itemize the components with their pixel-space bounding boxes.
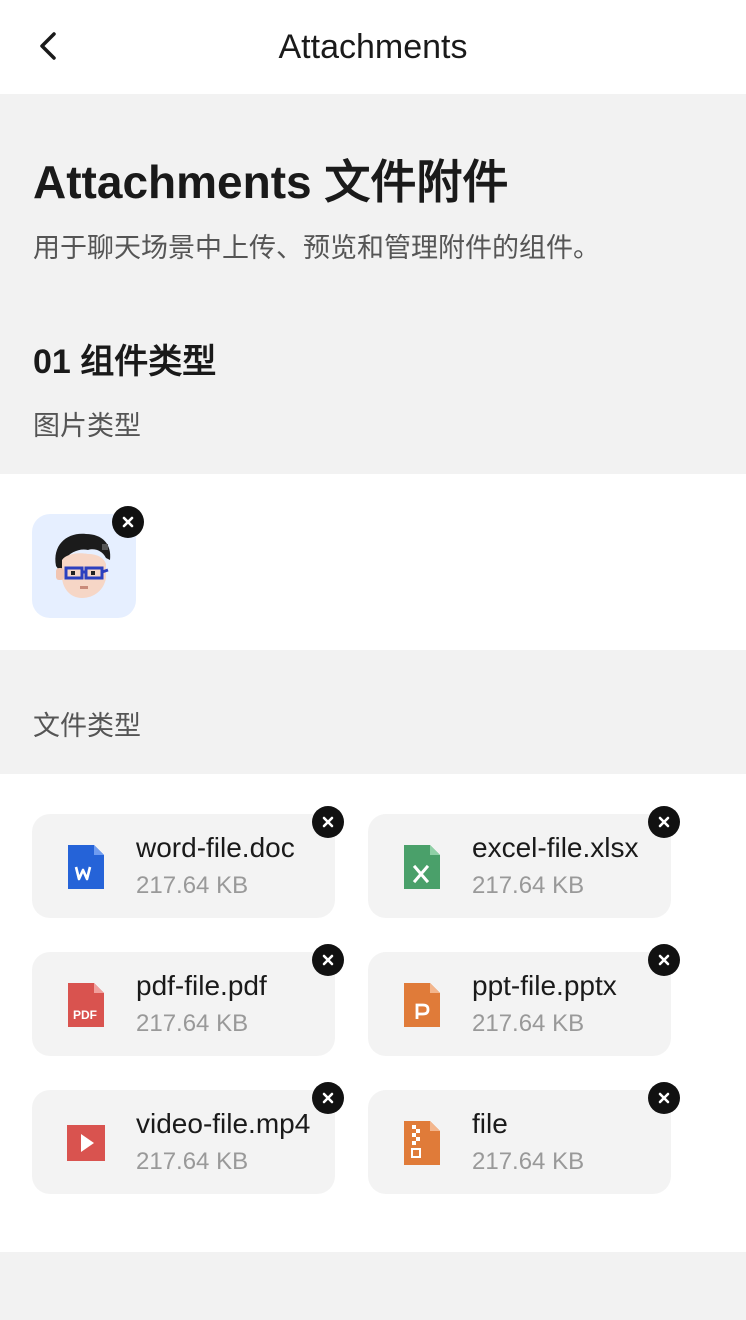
file-card-word[interactable]: word-file.doc 217.64 KB [32,806,344,918]
file-card-video[interactable]: video-file.mp4 217.64 KB [32,1082,344,1194]
excel-icon [404,845,440,889]
close-icon [322,816,334,828]
file-size: 217.64 KB [472,1148,585,1175]
page-description: 用于聊天场景中上传、预览和管理附件的组件。 [33,233,600,263]
file-name: excel-file.xlsx [472,832,639,863]
pdf-icon: PDF [68,983,104,1027]
image-type-label: 图片类型 [33,411,141,441]
file-name: pdf-file.pdf [136,970,267,1001]
word-icon [68,845,104,889]
remove-file-button[interactable] [648,1082,680,1114]
close-icon [122,516,134,528]
file-size: 217.64 KB [136,872,249,899]
file-size: 217.64 KB [472,872,585,899]
remove-file-button[interactable] [648,806,680,838]
ppt-icon [404,983,440,1027]
close-icon [658,816,670,828]
file-card-generic[interactable]: file 217.64 KB [368,1082,680,1194]
file-card-pdf[interactable]: PDF pdf-file.pdf 217.64 KB [32,944,344,1056]
file-name: ppt-file.pptx [472,970,617,1001]
navbar: Attachments [0,0,746,94]
file-type-label: 文件类型 [33,711,141,741]
svg-text:PDF: PDF [73,1008,97,1022]
remove-file-button[interactable] [648,944,680,976]
remove-file-button[interactable] [312,944,344,976]
close-icon [322,954,334,966]
close-icon [658,954,670,966]
video-icon [67,1125,105,1161]
navbar-title: Attachments [278,28,468,66]
zip-file-icon [404,1121,440,1165]
file-card-excel[interactable]: excel-file.xlsx 217.64 KB [368,806,680,918]
remove-file-button[interactable] [312,1082,344,1114]
image-attachment-card[interactable] [32,506,144,618]
file-size: 217.64 KB [136,1148,249,1175]
file-size: 217.64 KB [472,1010,585,1037]
remove-image-button[interactable] [112,506,144,538]
file-size: 217.64 KB [136,1010,249,1037]
file-card-ppt[interactable]: ppt-file.pptx 217.64 KB [368,944,680,1056]
file-name: word-file.doc [136,832,295,863]
close-icon [322,1092,334,1104]
page-title: Attachments 文件附件 [33,156,509,208]
close-icon [658,1092,670,1104]
file-name: video-file.mp4 [136,1108,311,1139]
file-name: file [472,1108,508,1139]
section-title: 01 组件类型 [33,343,217,381]
remove-file-button[interactable] [312,806,344,838]
